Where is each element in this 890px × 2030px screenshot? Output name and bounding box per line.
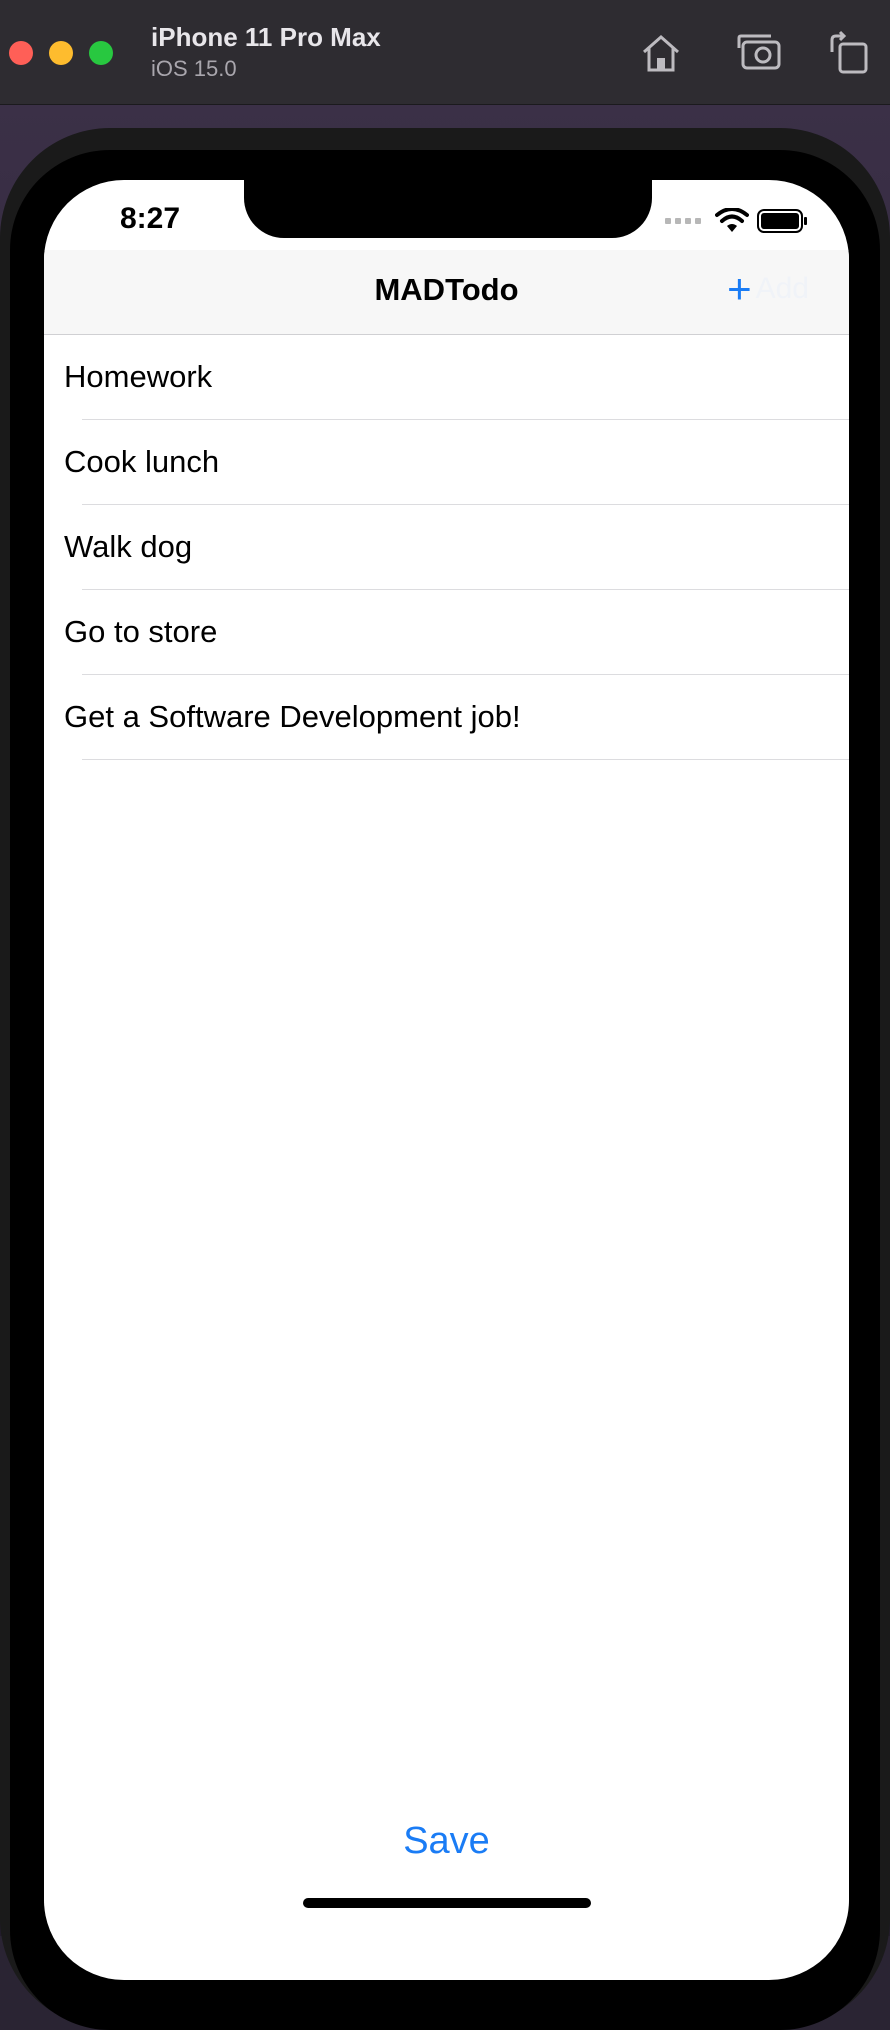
phone-screen: 8:27 MADTodo + Add Homework Cook lunch W… xyxy=(44,180,849,1980)
list-item[interactable]: Homework xyxy=(44,335,849,420)
battery-icon xyxy=(757,209,807,233)
todo-list: Homework Cook lunch Walk dog Go to store… xyxy=(44,335,849,760)
list-item[interactable]: Get a Software Development job! xyxy=(44,675,849,760)
navigation-bar: MADTodo + Add xyxy=(44,250,849,335)
status-icons xyxy=(665,208,809,234)
device-name: iPhone 11 Pro Max xyxy=(151,22,381,52)
list-item-label: Get a Software Development job! xyxy=(64,699,521,734)
minimize-window-button[interactable] xyxy=(49,41,73,65)
save-button[interactable]: Save xyxy=(44,1820,849,1863)
list-item[interactable]: Go to store xyxy=(44,590,849,675)
simulator-titlebar: iPhone 11 Pro Max iOS 15.0 xyxy=(0,0,890,105)
list-item[interactable]: Cook lunch xyxy=(44,420,849,505)
list-item-label: Homework xyxy=(64,359,213,394)
list-item[interactable]: Walk dog xyxy=(44,505,849,590)
zoom-window-button[interactable] xyxy=(89,41,113,65)
rotate-icon[interactable] xyxy=(826,30,872,76)
status-time: 8:27 xyxy=(120,202,181,235)
os-version: iOS 15.0 xyxy=(151,56,237,81)
screenshot-icon[interactable] xyxy=(737,30,783,76)
cellular-signal-icon xyxy=(665,218,701,224)
home-icon[interactable] xyxy=(638,30,684,76)
row-separator xyxy=(82,759,849,760)
list-item-label: Cook lunch xyxy=(64,444,220,479)
list-item-label: Walk dog xyxy=(64,529,193,564)
add-button[interactable]: + Add xyxy=(727,265,809,312)
plus-icon: + xyxy=(727,265,752,312)
notch xyxy=(244,180,652,238)
home-indicator xyxy=(303,1898,591,1908)
close-window-button[interactable] xyxy=(9,41,33,65)
list-item-label: Go to store xyxy=(64,614,218,649)
wifi-icon xyxy=(715,208,749,232)
add-button-label: Add xyxy=(755,272,809,305)
